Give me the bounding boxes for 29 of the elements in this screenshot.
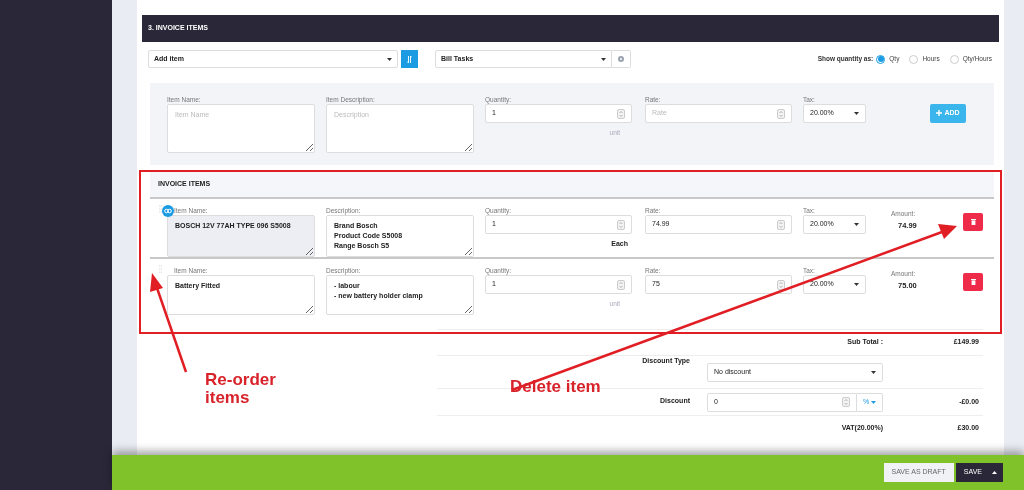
spinner-icon bbox=[617, 219, 625, 230]
help-button[interactable] bbox=[612, 50, 631, 68]
annotation-text: Delete item bbox=[510, 376, 601, 398]
sort-button[interactable] bbox=[401, 50, 418, 68]
caret-icon bbox=[854, 223, 859, 226]
spinner-icon bbox=[777, 219, 785, 230]
caret-icon bbox=[387, 57, 392, 61]
spinner-icon bbox=[777, 108, 785, 119]
radio-button[interactable] bbox=[949, 54, 959, 64]
caret-icon bbox=[854, 112, 859, 115]
spinner-icon bbox=[617, 108, 625, 119]
caret-icon bbox=[992, 471, 997, 474]
caret-icon bbox=[871, 370, 876, 374]
caret-icon bbox=[871, 400, 877, 404]
delete-button[interactable] bbox=[963, 213, 983, 231]
sort-icon bbox=[407, 55, 412, 63]
spinner-icon bbox=[777, 279, 785, 290]
delete-button[interactable] bbox=[963, 273, 983, 291]
plus-icon bbox=[936, 109, 943, 116]
spinner-icon bbox=[842, 397, 850, 407]
trash-icon bbox=[970, 279, 976, 285]
drag-handle-icon[interactable] bbox=[159, 205, 162, 213]
trash-icon bbox=[970, 219, 976, 225]
caret-icon bbox=[854, 283, 859, 286]
radio-button[interactable] bbox=[876, 54, 886, 64]
caret-icon bbox=[601, 57, 606, 61]
spinner-icon bbox=[617, 279, 625, 290]
radio-button[interactable] bbox=[909, 54, 919, 64]
annotation-text: Re-order items bbox=[205, 371, 277, 407]
